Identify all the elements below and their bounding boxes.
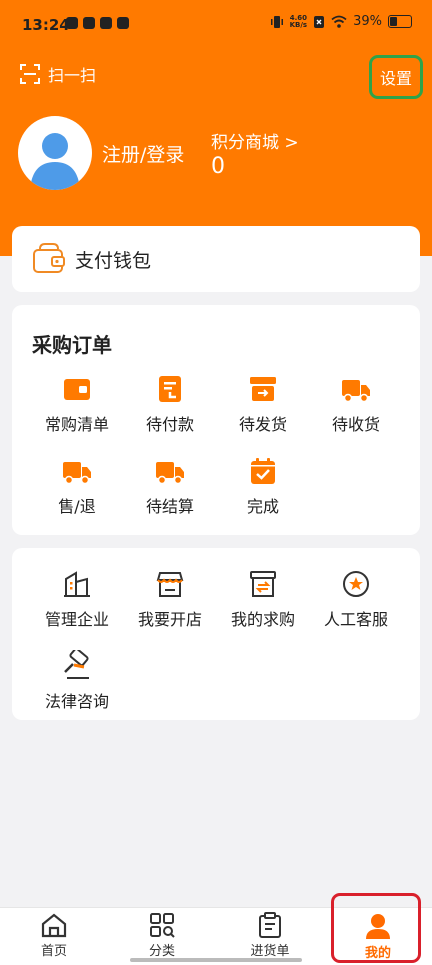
- service-item-label: 人工客服: [323, 610, 388, 629]
- tiktok-notification-icon: [117, 17, 129, 29]
- order-frequent-list[interactable]: 常购清单: [31, 375, 123, 435]
- order-pending-shipment[interactable]: 待发货: [217, 375, 309, 435]
- order-item-label: 待发货: [238, 415, 287, 434]
- app-notification-icon: [66, 17, 78, 29]
- login-register-link[interactable]: 注册/登录: [102, 140, 184, 167]
- points-mall-link[interactable]: 积分商城 >: [211, 128, 299, 153]
- order-list-icon: [259, 912, 281, 938]
- service-item-label: 我的求购: [230, 610, 295, 629]
- nav-home[interactable]: 首页: [14, 908, 94, 965]
- completed-icon: [251, 458, 275, 484]
- order-completed[interactable]: 完成: [217, 457, 309, 517]
- status-right: 4.60 KB/s 39%: [270, 14, 412, 29]
- order-pending-settlement[interactable]: 待结算: [124, 457, 216, 517]
- purchase-orders-title: 采购订单: [32, 333, 112, 357]
- nav-order-list[interactable]: 进货单: [230, 908, 310, 965]
- order-item-label: 待收货: [331, 415, 380, 434]
- purchase-orders-card: 采购订单 常购清单 待付款 待发货 待收货 售/退 待结算 完成: [12, 305, 420, 535]
- enterprise-icon: [64, 571, 90, 597]
- sim-icon: [314, 15, 325, 28]
- service-manage-enterprise[interactable]: 管理企业: [31, 570, 123, 630]
- service-item-label: 法律咨询: [44, 692, 109, 711]
- order-item-label: 待付款: [145, 415, 194, 434]
- order-pending-receipt[interactable]: 待收货: [310, 375, 402, 435]
- after-sale-icon: [63, 462, 91, 485]
- wallet-label: 支付钱包: [75, 250, 152, 272]
- frequent-list-icon: [64, 379, 90, 400]
- points-value: 0: [211, 154, 225, 179]
- pending-receipt-icon: [342, 380, 370, 403]
- nav-label: 分类: [148, 944, 175, 959]
- wallet-icon: [33, 243, 65, 273]
- chat-notification-icon: [100, 17, 112, 29]
- default-avatar-icon: [30, 133, 80, 190]
- wifi-icon: [331, 15, 347, 28]
- battery-percent: 39%: [353, 14, 382, 29]
- services-card: 管理企业 我要开店 我的求购 人工客服 法律咨询: [12, 548, 420, 720]
- order-after-sale[interactable]: 售/退: [31, 457, 123, 517]
- purchase-request-icon: [250, 571, 276, 597]
- home-indicator[interactable]: [130, 958, 302, 962]
- home-icon: [41, 913, 67, 938]
- customer-service-icon: [343, 571, 369, 597]
- order-item-label: 售/退: [58, 497, 96, 516]
- notification-icons: [66, 17, 129, 29]
- nav-label: 进货单: [250, 944, 290, 959]
- active-tab-highlight: [331, 893, 421, 963]
- service-item-label: 我要开店: [137, 610, 202, 629]
- scan-icon: [20, 64, 40, 84]
- legal-consult-icon: [64, 650, 89, 679]
- service-purchase-request[interactable]: 我的求购: [217, 570, 309, 630]
- status-bar: 13:24 4.60 KB/s 39%: [0, 0, 432, 48]
- service-legal-consult[interactable]: 法律咨询: [31, 650, 123, 712]
- avatar[interactable]: [18, 116, 92, 190]
- settings-button[interactable]: 设置: [369, 55, 423, 99]
- service-open-store[interactable]: 我要开店: [124, 570, 216, 630]
- nav-label: 首页: [40, 944, 67, 959]
- vibrate-icon: [270, 15, 283, 28]
- status-time: 13:24: [22, 16, 70, 34]
- service-customer-service[interactable]: 人工客服: [310, 570, 402, 630]
- battery-icon: [388, 15, 412, 28]
- settings-label: 设置: [379, 69, 412, 88]
- service-item-label: 管理企业: [44, 610, 109, 629]
- order-item-label: 完成: [246, 497, 279, 516]
- pending-payment-icon: [159, 376, 181, 402]
- pending-settlement-icon: [156, 462, 184, 485]
- pending-shipment-icon: [250, 377, 276, 401]
- network-speed-unit: KB/s: [289, 20, 308, 29]
- nav-category[interactable]: 分类: [122, 908, 202, 965]
- order-pending-payment[interactable]: 待付款: [124, 375, 216, 435]
- network-speed: 4.60 KB/s: [289, 14, 308, 29]
- order-item-label: 常购清单: [44, 415, 109, 434]
- mail-notification-icon: [83, 17, 95, 29]
- open-store-icon: [156, 572, 184, 597]
- scan-button[interactable]: 扫一扫: [20, 62, 96, 86]
- scan-label: 扫一扫: [48, 66, 97, 85]
- category-icon: [150, 913, 175, 938]
- order-item-label: 待结算: [145, 497, 194, 516]
- wallet-card[interactable]: 支付钱包: [12, 226, 420, 292]
